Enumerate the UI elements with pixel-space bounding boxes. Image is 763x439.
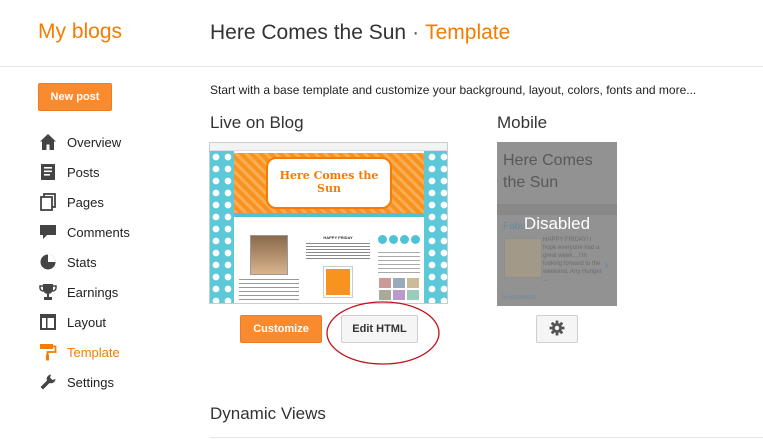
preview-post-image xyxy=(323,266,353,298)
pages-icon xyxy=(38,192,58,212)
mobile-settings-button[interactable] xyxy=(536,315,578,343)
sidebar-item-layout[interactable]: Layout xyxy=(38,307,130,337)
preview-nav-strip xyxy=(234,213,424,217)
preview-social-icon xyxy=(411,235,420,244)
trophy-icon xyxy=(38,282,58,302)
annotation-ellipse xyxy=(326,301,440,365)
current-page-name: Template xyxy=(425,21,511,44)
live-template-preview[interactable]: Here Comes the Sun HAPPY FRIDAY xyxy=(209,142,448,304)
home-icon xyxy=(38,132,58,152)
preview-about-text xyxy=(239,279,299,303)
sidebar-item-label: Stats xyxy=(67,254,97,270)
sidebar-item-stats[interactable]: Stats xyxy=(38,247,130,277)
preview-right-sidebar xyxy=(376,221,422,303)
preview-left-sidebar xyxy=(236,221,302,303)
new-post-button[interactable]: New post xyxy=(38,83,112,111)
my-blogs-link[interactable]: My blogs xyxy=(38,20,122,44)
sidebar-item-label: Overview xyxy=(67,134,122,150)
layout-icon xyxy=(38,312,58,332)
sidebar-item-label: Pages xyxy=(67,194,104,210)
mobile-disabled-label: Disabled xyxy=(523,214,591,233)
customize-button[interactable]: Customize xyxy=(240,315,322,343)
preview-post-column: HAPPY FRIDAY xyxy=(304,221,372,303)
dynamic-views-divider xyxy=(210,437,763,438)
posts-icon xyxy=(38,162,58,182)
page-title: Here Comes the Sun · Template xyxy=(210,21,510,45)
wrench-icon xyxy=(38,372,58,392)
sidebar-item-settings[interactable]: Settings xyxy=(38,367,130,397)
sidebar-item-label: Template xyxy=(67,344,120,360)
stats-icon xyxy=(38,252,58,272)
gear-icon xyxy=(549,320,565,339)
paint-roller-icon xyxy=(38,342,58,362)
mobile-template-preview[interactable]: Here Comes the Sun Fabul HAPPY FRIDAY! I… xyxy=(497,142,617,306)
sidebar-item-comments[interactable]: Comments xyxy=(38,217,130,247)
preview-post-title: HAPPY FRIDAY xyxy=(323,235,353,240)
sidebar-item-template[interactable]: Template xyxy=(38,337,130,367)
sidebar-item-earnings[interactable]: Earnings xyxy=(38,277,130,307)
preview-blog-banner: Here Comes the Sun xyxy=(266,157,392,209)
preview-social-icon xyxy=(378,235,387,244)
sidebar-item-pages[interactable]: Pages xyxy=(38,187,130,217)
blog-title: Here Comes the Sun xyxy=(210,21,407,44)
sidebar-item-overview[interactable]: Overview xyxy=(38,127,130,157)
sidebar-nav: Overview Posts Pages Comments Stats Earn… xyxy=(38,127,130,397)
mobile-heading: Mobile xyxy=(497,113,548,132)
preview-social-icon xyxy=(400,235,409,244)
template-intro-text: Start with a base template and customize… xyxy=(210,83,697,97)
preview-profile-photo xyxy=(250,235,288,275)
comments-icon xyxy=(38,222,58,242)
live-on-blog-heading: Live on Blog xyxy=(210,113,304,132)
sidebar-item-label: Earnings xyxy=(67,284,119,300)
preview-navbar xyxy=(210,143,447,151)
title-separator: · xyxy=(412,21,420,44)
preview-social-icon xyxy=(389,235,398,244)
sidebar-item-posts[interactable]: Posts xyxy=(38,157,130,187)
preview-post-text xyxy=(306,243,370,261)
sidebar-item-label: Layout xyxy=(67,314,107,330)
preview-sidebar-text xyxy=(378,252,420,274)
sidebar-item-label: Settings xyxy=(67,374,114,390)
sidebar-item-label: Comments xyxy=(67,224,130,240)
preview-follower-grid xyxy=(376,278,422,300)
dynamic-views-heading: Dynamic Views xyxy=(210,404,326,423)
sidebar-item-label: Posts xyxy=(67,164,100,180)
